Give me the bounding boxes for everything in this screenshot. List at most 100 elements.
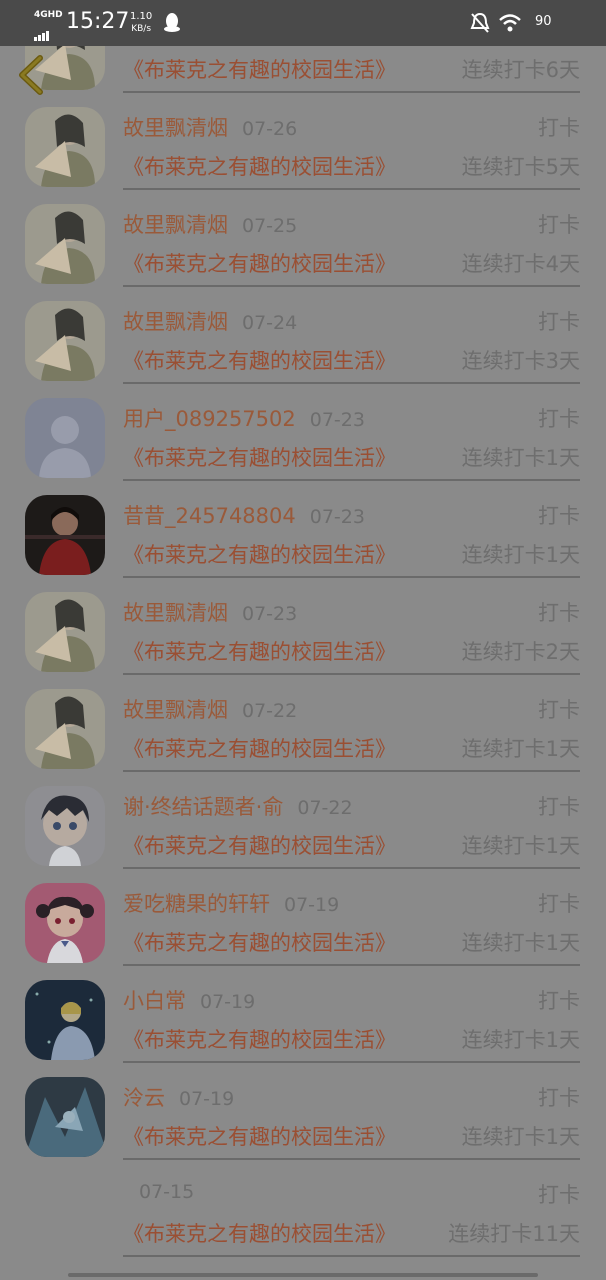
checkin-date: 07-22: [242, 700, 298, 722]
clock: 15:27: [66, 9, 130, 34]
user-line: 小白常 07-19: [123, 985, 255, 1015]
list-item[interactable]: 泠云 07-19 打卡《布莱克之有趣的校园生活》 连续打卡1天: [0, 1069, 606, 1166]
checkin-date: 07-19: [179, 1088, 235, 1110]
list-item[interactable]: 故里飘清烟 07-26 打卡《布莱克之有趣的校园生活》 连续打卡5天: [0, 99, 606, 196]
home-indicator[interactable]: [68, 1273, 538, 1277]
list-item[interactable]: 07-15 打卡 《布莱克之有趣的校园生活》 连续打卡11天: [0, 1166, 606, 1263]
user-name[interactable]: 故里飘清烟: [123, 116, 228, 140]
checkin-list: 《布莱克之有趣的校园生活》 连续打卡6天 故里飘清烟 07-26 打卡 《布莱克之有趣的校…: [0, 46, 606, 1280]
user-name[interactable]: 故里飘清烟: [123, 698, 228, 722]
book-title-link[interactable]: 《布莱克之有趣的校园生活》: [123, 539, 396, 569]
checkin-date: 07-24: [242, 312, 298, 334]
book-title-link[interactable]: 《布莱克之有趣的校园生活》: [123, 54, 396, 84]
avatar[interactable]: [25, 204, 105, 284]
book-title-link[interactable]: 《布莱克之有趣的校园生活》: [123, 636, 396, 666]
book-title-link[interactable]: 《布莱克之有趣的校园生活》: [123, 1024, 396, 1054]
wifi-icon: [499, 14, 521, 32]
avatar[interactable]: [25, 1077, 105, 1157]
list-item[interactable]: 《布莱克之有趣的校园生活》 连续打卡6天: [0, 46, 606, 99]
user-name[interactable]: 故里飘清烟: [123, 601, 228, 625]
checkin-date: 07-23: [309, 409, 365, 431]
list-item[interactable]: 故里飘清烟 07-23 打卡 《布莱克之有趣的校园生活》 连续打卡2天: [0, 584, 606, 681]
avatar[interactable]: [25, 786, 105, 866]
user-name[interactable]: 故里飘清烟: [123, 213, 228, 237]
streak-count: 连续打卡1天: [461, 1028, 580, 1052]
user-name[interactable]: 泠云: [123, 1086, 165, 1110]
checkin-date: 07-23: [309, 506, 365, 528]
divider: [123, 770, 580, 772]
list-item[interactable]: 爱吃糖果的轩轩 07-19 打卡 《布莱克之有趣的校园生活》 连续打卡1天: [0, 875, 606, 972]
checkin-label: 打卡: [538, 795, 580, 819]
network-type: 4GHD: [34, 10, 63, 20]
book-title-link[interactable]: 《布莱克之有趣的校园生活》: [123, 733, 396, 763]
avatar[interactable]: [25, 592, 105, 672]
user-name[interactable]: 小白常: [123, 989, 186, 1013]
user-name[interactable]: 昔昔_245748804: [123, 504, 296, 528]
book-title-link[interactable]: 《布莱克之有趣的校园生活》: [123, 151, 396, 181]
book-title-link[interactable]: 《布莱克之有趣的校园生活》: [123, 927, 396, 957]
checkin-date: 07-15: [139, 1181, 195, 1203]
checkin-label: 打卡: [538, 989, 580, 1013]
user-line: 故里飘清烟 07-25: [123, 209, 297, 239]
streak-count: 连续打卡11天: [448, 1222, 580, 1246]
back-arrow-icon[interactable]: [16, 54, 46, 96]
user-line: 故里飘清烟 07-26: [123, 112, 297, 142]
list-item[interactable]: 故里飘清烟 07-22 打卡 《布莱克之有趣的校园生活》 连续打卡1天: [0, 681, 606, 778]
streak-count: 连续打卡4天: [461, 252, 580, 276]
user-name[interactable]: 用户_089257502: [123, 407, 296, 431]
user-line: 故里飘清烟 07-22: [123, 694, 297, 724]
checkin-label: 打卡: [538, 310, 580, 334]
checkin-date: 07-25: [242, 215, 298, 237]
list-item[interactable]: 用户_089257502 07-23 打卡 《布莱克之有趣的校园生活》 连续打卡1天: [0, 390, 606, 487]
user-name[interactable]: 故里飘清烟: [123, 310, 228, 334]
qq-icon: [164, 13, 180, 32]
checkin-date: 07-19: [284, 894, 340, 916]
divider: [123, 91, 580, 93]
divider: [123, 964, 580, 966]
user-name[interactable]: 爱吃糖果的轩轩: [123, 892, 270, 916]
checkin-date: 07-19: [200, 991, 256, 1013]
network-speed: 1.10 KB/s: [130, 11, 152, 35]
checkin-label: 打卡: [538, 116, 580, 140]
user-line: 昔昔_245748804 07-23: [123, 500, 365, 530]
list-item[interactable]: 故里飘清烟 07-24 打卡 《布莱克之有趣的校园生活》 连续打卡3天: [0, 293, 606, 390]
user-line: 谢·终结话题者·俞 07-22: [123, 791, 353, 821]
streak-count: 连续打卡1天: [461, 446, 580, 470]
book-title-link[interactable]: 《布莱克之有趣的校园生活》: [123, 1218, 396, 1248]
divider: [123, 1061, 580, 1063]
avatar[interactable]: [25, 301, 105, 381]
list-item[interactable]: 小白常 07-19 打卡《布莱克之有趣的校园生活》 连续打卡1天: [0, 972, 606, 1069]
book-title-link[interactable]: 《布莱克之有趣的校园生活》: [123, 830, 396, 860]
avatar[interactable]: [25, 883, 105, 963]
user-line: 爱吃糖果的轩轩 07-19: [123, 888, 339, 918]
book-title-link[interactable]: 《布莱克之有趣的校园生活》: [123, 442, 396, 472]
status-bar: 4GHD 15:27 1.10 KB/s 90: [0, 0, 606, 46]
user-name[interactable]: 谢·终结话题者·俞: [123, 795, 283, 819]
bell-off-icon: [470, 12, 490, 33]
signal-icon: [34, 22, 50, 41]
avatar[interactable]: [25, 689, 105, 769]
divider: [123, 188, 580, 190]
streak-count: 连续打卡6天: [461, 58, 580, 82]
list-item[interactable]: 故里飘清烟 07-25 打卡 《布莱克之有趣的校园生活》 连续打卡4天: [0, 196, 606, 293]
streak-count: 连续打卡1天: [461, 1125, 580, 1149]
streak-count: 连续打卡5天: [461, 155, 580, 179]
battery-level: 90: [535, 14, 552, 29]
divider: [123, 1255, 580, 1257]
book-title-link[interactable]: 《布莱克之有趣的校园生活》: [123, 345, 396, 375]
list-item[interactable]: 谢·终结话题者·俞 07-22 打卡《布莱克之有趣的校园生活》 连续打卡1天: [0, 778, 606, 875]
checkin-label: 打卡: [538, 1086, 580, 1110]
avatar[interactable]: [25, 980, 105, 1060]
speed-unit: KB/s: [131, 24, 152, 34]
user-line: 故里飘清烟 07-23: [123, 597, 297, 627]
list-item[interactable]: 昔昔_245748804 07-23 打卡 《布莱克之有趣的校园生活》 连续打卡1天: [0, 487, 606, 584]
book-title-link[interactable]: 《布莱克之有趣的校园生活》: [123, 248, 396, 278]
streak-count: 连续打卡1天: [461, 834, 580, 858]
checkin-label: 打卡: [538, 601, 580, 625]
user-line: 07-15: [123, 1179, 194, 1203]
book-title-link[interactable]: 《布莱克之有趣的校园生活》: [123, 1121, 396, 1151]
avatar[interactable]: [25, 398, 105, 478]
avatar[interactable]: [25, 107, 105, 187]
checkin-label: 打卡: [538, 698, 580, 722]
avatar[interactable]: [25, 495, 105, 575]
